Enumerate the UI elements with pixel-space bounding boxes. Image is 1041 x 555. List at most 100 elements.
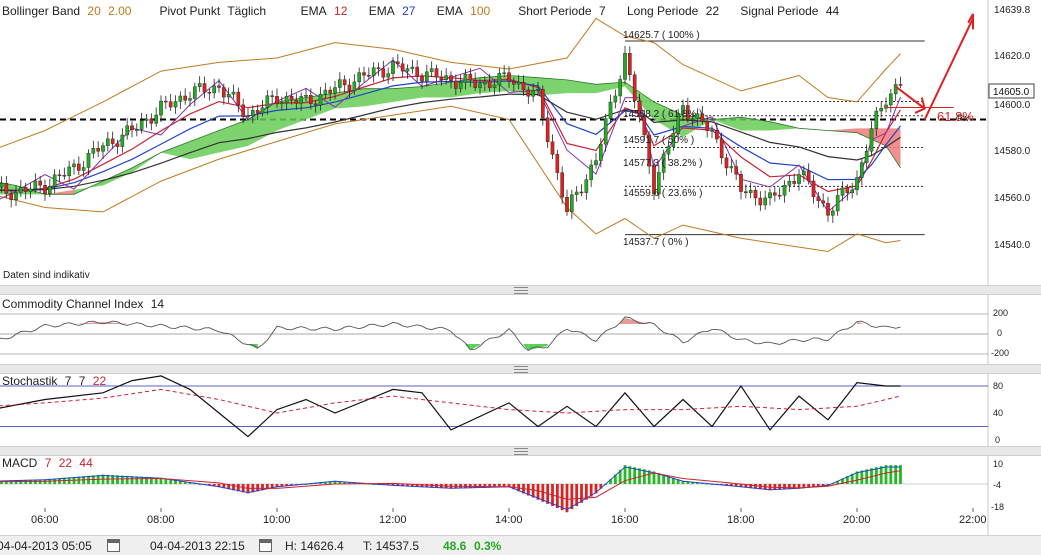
price-tick: 14540.0 <box>994 240 1031 251</box>
resize-grip-icon[interactable] <box>514 287 528 294</box>
legend-long[interactable]: Long Periode 22 <box>627 4 723 18</box>
range-start[interactable]: 04-04-2013 05:05 <box>0 539 92 553</box>
cci-line <box>0 316 901 351</box>
time-tick-label: 14:00 <box>495 514 523 526</box>
candle-body <box>236 91 241 106</box>
cci-legend[interactable]: Commodity Channel Index 14 <box>2 297 168 311</box>
candle-body <box>91 147 96 154</box>
candle-body <box>710 130 714 132</box>
candle-body <box>294 99 299 104</box>
legend-pivot[interactable]: Pivot Punkt Täglich <box>159 4 270 18</box>
stoch-tick: 80 <box>993 381 1003 391</box>
candle-body <box>43 185 47 195</box>
candle-body <box>594 160 598 166</box>
candle-body <box>574 191 579 195</box>
legend-ema100[interactable]: EMA 100 <box>437 4 494 18</box>
stoch-legend[interactable]: Stochastik 7 7 22 <box>2 374 110 388</box>
candle-body <box>362 72 366 76</box>
candle-body <box>439 77 444 80</box>
candle-body <box>371 67 376 76</box>
macd-bar <box>894 465 898 484</box>
candle-body <box>521 81 526 91</box>
candle-body <box>144 118 149 121</box>
macd-axis: 10 -4 -18 <box>991 459 1004 512</box>
fib-236-label: 14559.6 ( 23.6% ) <box>623 188 703 199</box>
macd-bar <box>560 484 564 511</box>
time-axis: 06:00 08:00 10:00 12:00 14:00 16:00 18:00 20:00… <box>31 508 987 526</box>
candle-body <box>299 96 303 104</box>
time-tick-label: 18:00 <box>727 514 755 526</box>
candle-body <box>434 68 439 78</box>
candle-body <box>599 143 603 161</box>
candle-body <box>120 134 125 147</box>
candle-body <box>125 125 129 136</box>
candle-body <box>444 75 448 80</box>
time-tick-label: 10:00 <box>263 514 291 526</box>
legend-signal[interactable]: Signal Periode 44 <box>740 4 843 18</box>
stoch-panel <box>0 375 988 438</box>
candle-body <box>806 170 811 182</box>
candle-body <box>487 81 492 89</box>
macd-bar <box>899 465 902 484</box>
candle-body <box>231 91 236 95</box>
candle-body <box>352 81 357 92</box>
candle-body <box>62 174 67 177</box>
candle-body <box>507 72 511 82</box>
legend-ema12[interactable]: EMA 12 <box>301 4 352 18</box>
macd-bar <box>633 467 637 484</box>
panel-divider[interactable] <box>0 446 1041 456</box>
candle-body <box>787 181 792 186</box>
candle-body <box>212 85 216 94</box>
fib-618-label: 14598.2 ( 61.8% ) <box>623 109 703 120</box>
candle-body <box>207 91 212 94</box>
candle-body <box>28 188 33 192</box>
candle-body <box>338 79 342 88</box>
candle-body <box>48 186 52 195</box>
candle-body <box>579 191 584 194</box>
candle-body <box>603 118 608 145</box>
candle-body <box>541 88 545 118</box>
panel-divider[interactable] <box>0 364 1041 374</box>
candle-body <box>898 84 903 86</box>
macd-bar <box>879 466 883 484</box>
legend-short[interactable]: Short Periode 7 <box>518 4 609 18</box>
candle-body <box>889 93 893 106</box>
fib-0-label: 14537.7 ( 0% ) <box>623 237 689 248</box>
candle-body <box>831 210 835 216</box>
stoch-k-line <box>0 375 901 438</box>
macd-tick: -18 <box>991 502 1004 512</box>
candle-body <box>400 63 405 72</box>
change-pct: 0.3% <box>474 539 502 553</box>
candle-body <box>23 187 28 192</box>
candle-body <box>864 151 869 163</box>
candle-body <box>19 187 23 193</box>
cci-oversold-fill <box>542 344 548 347</box>
candle-body <box>347 84 352 92</box>
candle-body <box>758 197 763 206</box>
candle-body <box>328 89 332 94</box>
candle-body <box>545 117 550 143</box>
candle-body <box>826 202 830 216</box>
legend-ema27[interactable]: EMA 27 <box>369 4 420 18</box>
candle-body <box>502 72 506 74</box>
resize-grip-icon[interactable] <box>514 448 528 455</box>
macd-bar <box>865 469 869 484</box>
candle-body <box>570 194 574 212</box>
resize-grip-icon[interactable] <box>514 366 528 373</box>
legend-bollinger[interactable]: Bollinger Band 20 2.00 <box>2 4 135 18</box>
candle-body <box>342 79 347 86</box>
panel-divider[interactable] <box>0 285 1041 295</box>
calendar-icon[interactable] <box>259 539 272 552</box>
calendar-icon[interactable] <box>107 539 120 552</box>
macd-legend[interactable]: MACD 7 22 44 <box>2 456 97 470</box>
candle-body <box>376 67 381 69</box>
candle-body <box>38 180 42 186</box>
candle-body <box>478 83 482 88</box>
candle-body <box>777 194 782 197</box>
range-end[interactable]: 04-04-2013 22:15 <box>150 539 245 553</box>
candle-body <box>792 181 796 184</box>
candle-body <box>318 93 323 106</box>
candle-body <box>763 197 767 206</box>
candle-body <box>135 129 139 131</box>
candle-body <box>164 100 168 103</box>
